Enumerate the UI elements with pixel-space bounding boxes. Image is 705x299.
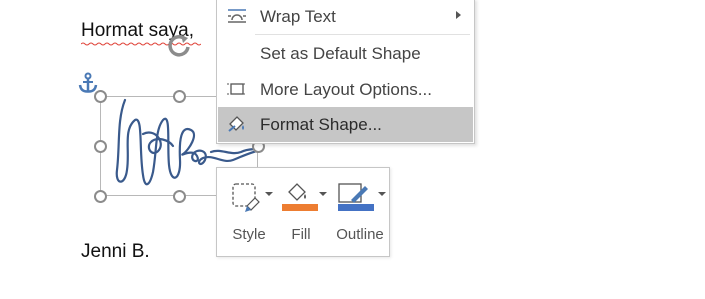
style-button[interactable]: Style [225, 172, 273, 254]
resize-handle-top-left[interactable] [94, 90, 107, 103]
closing-text[interactable]: Jenni B. [81, 241, 150, 263]
fill-button[interactable]: Fill [277, 172, 327, 254]
fill-label: Fill [291, 226, 311, 243]
menu-separator [255, 34, 470, 35]
menu-item-label: Set as Default Shape [260, 44, 421, 63]
style-label: Style [232, 226, 266, 243]
document-page: Hormat saya, Jenni B. Wrap Text Set as D… [0, 0, 705, 299]
outline-dropdown-caret [378, 192, 386, 196]
resize-handle-bottom[interactable] [173, 190, 186, 203]
resize-handle-top[interactable] [173, 90, 186, 103]
menu-item-more-layout-options[interactable]: More Layout Options... [218, 72, 473, 107]
shape-style-icon [232, 183, 260, 212]
layout-options-icon [227, 83, 247, 95]
fill-bucket-icon [282, 183, 318, 211]
outline-label: Outline [336, 226, 384, 243]
fill-dropdown-caret [319, 192, 327, 196]
menu-item-label: Format Shape... [260, 115, 382, 134]
resize-handle-left[interactable] [94, 140, 107, 153]
wrap-text-icon [228, 9, 246, 23]
format-shape-icon [228, 116, 244, 132]
context-menu: Wrap Text Set as Default Shape More Layo… [216, 0, 475, 144]
style-dropdown-caret [265, 192, 273, 196]
mini-toolbar: Style Fill Outline [216, 167, 390, 257]
resize-handle-bottom-left[interactable] [94, 190, 107, 203]
outline-button[interactable]: Outline [333, 172, 387, 254]
menu-item-label: More Layout Options... [260, 80, 432, 99]
menu-item-format-shape[interactable]: Format Shape... [218, 107, 473, 142]
outline-pen-icon [338, 183, 374, 211]
rotate-handle-icon[interactable] [165, 33, 193, 61]
menu-item-set-default-shape[interactable]: Set as Default Shape [218, 36, 473, 71]
submenu-arrow-icon [456, 11, 461, 19]
menu-item-wrap-text[interactable]: Wrap Text [218, 0, 473, 34]
menu-item-label: Wrap Text [260, 7, 336, 26]
